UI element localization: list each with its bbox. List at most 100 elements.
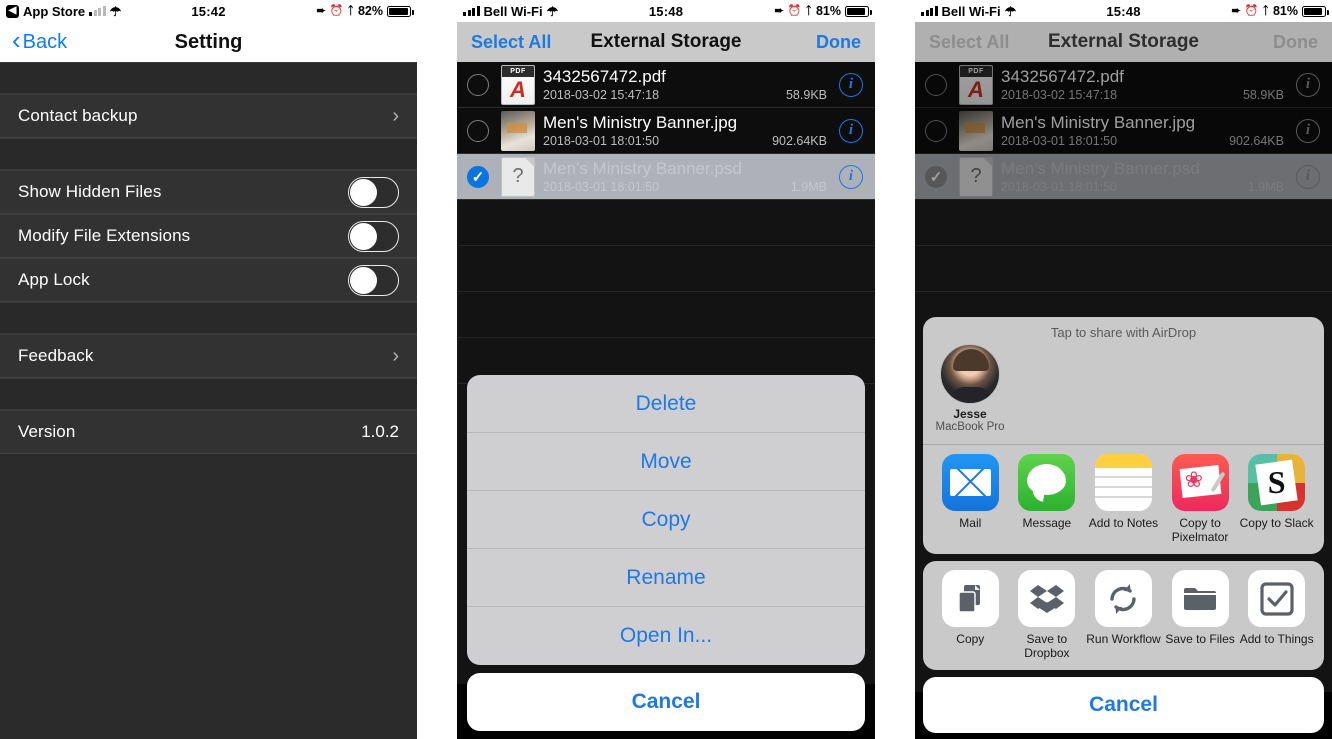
toggle-knob xyxy=(350,266,377,294)
share-action-things[interactable]: Add to Things xyxy=(1238,570,1315,660)
settings-row-app-lock[interactable]: App Lock xyxy=(0,258,417,302)
storage-navbar: Select All External Storage Done xyxy=(915,22,1332,62)
info-icon[interactable]: i xyxy=(839,164,863,189)
file-sub: 2018-03-01 18:01:50 1.9MB xyxy=(543,180,833,194)
share-app-notes[interactable]: Add to Notes xyxy=(1085,454,1162,544)
file-size: 902.64KB xyxy=(1229,134,1284,148)
share-actions-row: Copy Save to Dropbox Run Workflow Save t… xyxy=(923,561,1324,670)
share-app-slack[interactable]: S Copy to Slack xyxy=(1238,454,1315,544)
share-app-mail[interactable]: Mail xyxy=(932,454,1009,544)
file-meta: 3432567472.pdf 2018-03-02 15:47:18 58.9K… xyxy=(543,67,833,102)
phone-panel-actions: Bell Wi-Fi ☂ 15:48 ➨ ⏰ ᛏ 81% Select All … xyxy=(457,0,875,739)
battery-icon xyxy=(845,5,872,17)
airdrop-target-jesse[interactable]: Jesse MacBook Pro xyxy=(933,344,1007,434)
share-action-label: Save to Files xyxy=(1165,632,1235,646)
chevron-right-icon: › xyxy=(392,344,399,367)
file-select-radio-checked[interactable] xyxy=(925,165,947,188)
done-button[interactable]: Done xyxy=(1273,32,1318,53)
section-gap xyxy=(0,62,417,94)
action-rename[interactable]: Rename xyxy=(467,549,865,607)
page-title: Setting xyxy=(174,30,243,53)
info-icon[interactable]: i xyxy=(839,118,863,143)
done-button[interactable]: Done xyxy=(816,32,861,53)
airdrop-person-device: MacBook Pro xyxy=(935,421,1005,433)
share-cancel-button[interactable]: Cancel xyxy=(923,677,1324,733)
bluetooth-icon: ᛏ xyxy=(805,4,812,17)
workflow-icon xyxy=(1094,570,1152,627)
action-sheet: Delete Move Copy Rename Open In... Cance… xyxy=(467,375,865,731)
info-icon[interactable]: i xyxy=(839,72,863,97)
share-action-workflow[interactable]: Run Workflow xyxy=(1085,570,1162,660)
action-open-in[interactable]: Open In... xyxy=(467,607,865,665)
share-app-pixelmator[interactable]: ❀ Copy to Pixelmator xyxy=(1162,454,1239,544)
file-row-pdf[interactable]: PDF A 3432567472.pdf 2018-03-02 15:47:18 … xyxy=(915,62,1332,108)
file-sub: 2018-03-01 18:01:50 1.9MB xyxy=(1001,180,1290,194)
share-action-label: Run Workflow xyxy=(1086,632,1161,646)
share-app-message[interactable]: Message xyxy=(1009,454,1086,544)
version-value: 1.0.2 xyxy=(361,422,399,441)
settings-row-modify-file-extensions[interactable]: Modify File Extensions xyxy=(0,214,417,258)
action-sheet-cancel-button[interactable]: Cancel xyxy=(467,673,865,731)
action-delete[interactable]: Delete xyxy=(467,375,865,433)
select-all-button[interactable]: Select All xyxy=(471,32,551,53)
share-action-dropbox[interactable]: Save to Dropbox xyxy=(1009,570,1086,660)
folder-icon xyxy=(1171,570,1229,627)
status-bar-right: ➨ ⏰ ᛏ 82% xyxy=(316,4,414,18)
file-row-pdf[interactable]: PDF A 3432567472.pdf 2018-03-02 15:47:18 … xyxy=(457,62,875,108)
file-sub: 2018-03-02 15:47:18 58.9KB xyxy=(543,88,833,102)
image-thumbnail-icon xyxy=(501,110,535,151)
empty-row xyxy=(915,200,1332,246)
settings-navbar: ‹ Back Setting xyxy=(0,22,417,62)
action-copy[interactable]: Copy xyxy=(467,491,865,549)
bluetooth-icon: ᛏ xyxy=(347,4,354,17)
file-select-radio[interactable] xyxy=(467,119,489,142)
airdrop-person-name: Jesse xyxy=(953,407,987,421)
settings-row-label: Contact backup xyxy=(18,106,138,125)
location-arrow-icon: ➨ xyxy=(1231,4,1241,17)
file-sub: 2018-03-01 18:01:50 902.64KB xyxy=(1001,134,1290,148)
file-select-radio-checked[interactable] xyxy=(467,165,489,188)
file-size: 1.9MB xyxy=(1247,180,1284,194)
info-icon[interactable]: i xyxy=(1296,164,1320,189)
share-app-label: Copy to Slack xyxy=(1239,516,1314,530)
settings-row-feedback[interactable]: Feedback › xyxy=(0,334,417,378)
bluetooth-icon: ᛏ xyxy=(1262,4,1269,17)
file-row-selected[interactable]: ? Men's Ministry Banner.psd 2018-03-01 1… xyxy=(915,154,1332,200)
copy-icon xyxy=(941,570,999,627)
select-all-button[interactable]: Select All xyxy=(929,32,1009,53)
storage-navbar: Select All External Storage Done xyxy=(457,22,875,62)
app-lock-toggle[interactable] xyxy=(348,264,399,296)
show-hidden-files-toggle[interactable] xyxy=(348,176,399,208)
file-meta: Men's Ministry Banner.psd 2018-03-01 18:… xyxy=(1001,159,1290,194)
file-name: Men's Ministry Banner.jpg xyxy=(543,113,738,132)
screenshot-stage: ◀ App Store ☂ 15:42 ➨ ⏰ ᛏ 82% ‹ Back Set… xyxy=(0,0,1332,739)
settings-row-contact-backup[interactable]: Contact backup › xyxy=(0,94,417,138)
battery-icon xyxy=(387,5,414,17)
settings-row-show-hidden-files[interactable]: Show Hidden Files xyxy=(0,170,417,214)
file-date: 2018-03-01 18:01:50 xyxy=(1001,180,1118,194)
action-move[interactable]: Move xyxy=(467,433,865,491)
file-select-radio[interactable] xyxy=(925,73,947,96)
file-name: 3432567472.pdf xyxy=(543,67,666,86)
info-icon[interactable]: i xyxy=(1296,72,1320,97)
file-select-radio[interactable] xyxy=(925,119,947,142)
avatar xyxy=(940,344,1000,404)
section-gap xyxy=(0,138,417,170)
action-sheet-options: Delete Move Copy Rename Open In... xyxy=(467,375,865,665)
file-select-radio[interactable] xyxy=(467,73,489,96)
info-icon[interactable]: i xyxy=(1296,118,1320,143)
share-action-save-to-files[interactable]: Save to Files xyxy=(1162,570,1239,660)
file-row-jpg[interactable]: Men's Ministry Banner.jpg 2018-03-01 18:… xyxy=(457,108,875,154)
section-gap xyxy=(0,302,417,334)
file-row-selected[interactable]: ? Men's Ministry Banner.psd 2018-03-01 1… xyxy=(457,154,875,200)
messages-icon xyxy=(1018,454,1076,511)
file-date: 2018-03-02 15:47:18 xyxy=(1001,88,1118,102)
notes-icon xyxy=(1094,454,1152,511)
file-name: Men's Ministry Banner.psd xyxy=(1001,159,1200,178)
share-app-label: Copy to Pixelmator xyxy=(1171,516,1229,544)
share-apps-row: Mail Message Add to Notes ❀ Copy to Pixe… xyxy=(923,445,1324,554)
file-name: Men's Ministry Banner.jpg xyxy=(1001,113,1196,132)
file-row-jpg[interactable]: Men's Ministry Banner.jpg 2018-03-01 18:… xyxy=(915,108,1332,154)
share-action-copy[interactable]: Copy xyxy=(932,570,1009,660)
modify-file-extensions-toggle[interactable] xyxy=(348,220,399,252)
